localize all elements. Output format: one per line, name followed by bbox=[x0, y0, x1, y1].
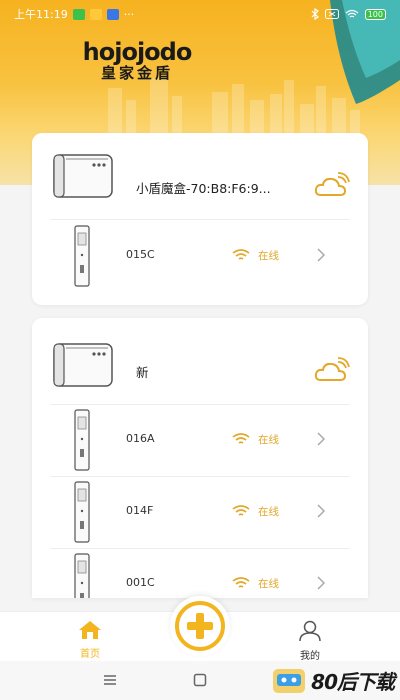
lock-device-name: 015C bbox=[126, 248, 155, 261]
chevron-right-icon[interactable] bbox=[316, 248, 326, 262]
battery-indicator: 100 bbox=[364, 8, 386, 20]
smart-lock-icon bbox=[74, 225, 90, 287]
hub-row[interactable]: 小盾魔盒-70:B8:F6:9... bbox=[32, 133, 368, 219]
hub-name: 新 bbox=[136, 365, 149, 380]
lock-device-name: 016A bbox=[126, 432, 155, 445]
online-status: 在线 bbox=[258, 578, 279, 590]
online-status: 在线 bbox=[258, 506, 279, 518]
wifi-icon bbox=[232, 577, 250, 588]
lock-device-row[interactable]: 014F 在线 bbox=[32, 476, 368, 548]
nav-home-label: 首页 bbox=[80, 649, 100, 660]
hub-row[interactable]: 新 bbox=[32, 318, 368, 404]
lock-device-row[interactable]: 001C 在线 bbox=[32, 548, 368, 598]
nav-mine[interactable]: 我的 bbox=[280, 620, 340, 662]
smart-lock-icon bbox=[74, 409, 90, 471]
more-notifications: ··· bbox=[123, 7, 135, 21]
menu-icon[interactable] bbox=[103, 674, 117, 686]
nav-mine-label: 我的 bbox=[300, 651, 320, 662]
device-group-card: 小盾魔盒-70:B8:F6:9... 015C 在线 bbox=[32, 133, 368, 305]
watermark-text: 80后下载 bbox=[311, 669, 395, 694]
hub-name: 小盾魔盒-70:B8:F6:9... bbox=[136, 181, 271, 196]
plus-icon bbox=[187, 613, 213, 639]
cloud-connected-icon bbox=[314, 357, 350, 381]
watermark: 80后下载 bbox=[271, 664, 395, 696]
wifi-icon bbox=[232, 249, 250, 260]
add-device-button[interactable] bbox=[170, 596, 230, 656]
wifi-status-icon bbox=[345, 9, 359, 18]
hub-device-icon bbox=[53, 343, 113, 387]
message-notification-icon bbox=[89, 8, 102, 20]
watermark-mascot-icon bbox=[273, 669, 306, 693]
wifi-icon bbox=[232, 433, 250, 444]
home-square-icon[interactable] bbox=[193, 673, 207, 687]
online-status: 在线 bbox=[258, 250, 279, 262]
user-icon bbox=[299, 620, 321, 642]
signal-off-icon bbox=[324, 9, 339, 19]
lock-device-row[interactable]: 015C 在线 bbox=[32, 219, 368, 291]
status-time: 上午11:19 bbox=[14, 8, 68, 21]
wifi-icon bbox=[232, 505, 250, 516]
lock-device-name: 014F bbox=[126, 504, 154, 517]
brand-logo: hojojodo 皇家金盾 bbox=[52, 38, 222, 83]
lock-device-name: 001C bbox=[126, 576, 155, 589]
brand-logo-cn: 皇家金盾 bbox=[100, 64, 173, 82]
status-bar: 上午11:19 ··· 100 bbox=[0, 0, 400, 28]
bluetooth-icon bbox=[311, 8, 319, 20]
chevron-right-icon[interactable] bbox=[316, 504, 326, 518]
lock-device-row[interactable]: 016A 在线 bbox=[32, 404, 368, 476]
cloud-connected-icon bbox=[314, 172, 350, 196]
add-button-ring bbox=[175, 601, 225, 651]
hub-device-icon bbox=[53, 154, 113, 198]
chevron-right-icon[interactable] bbox=[316, 432, 326, 446]
app-notification-icon bbox=[106, 8, 119, 20]
online-status: 在线 bbox=[258, 434, 279, 446]
smart-lock-icon bbox=[74, 553, 90, 598]
device-group-card: 新 016A 在线 014F 在线 001C 在线 bbox=[32, 318, 368, 598]
chevron-right-icon[interactable] bbox=[316, 576, 326, 590]
smart-lock-icon bbox=[74, 481, 90, 543]
wechat-notification-icon bbox=[72, 8, 85, 20]
home-icon bbox=[79, 621, 101, 639]
nav-home[interactable]: 首页 bbox=[60, 620, 120, 660]
